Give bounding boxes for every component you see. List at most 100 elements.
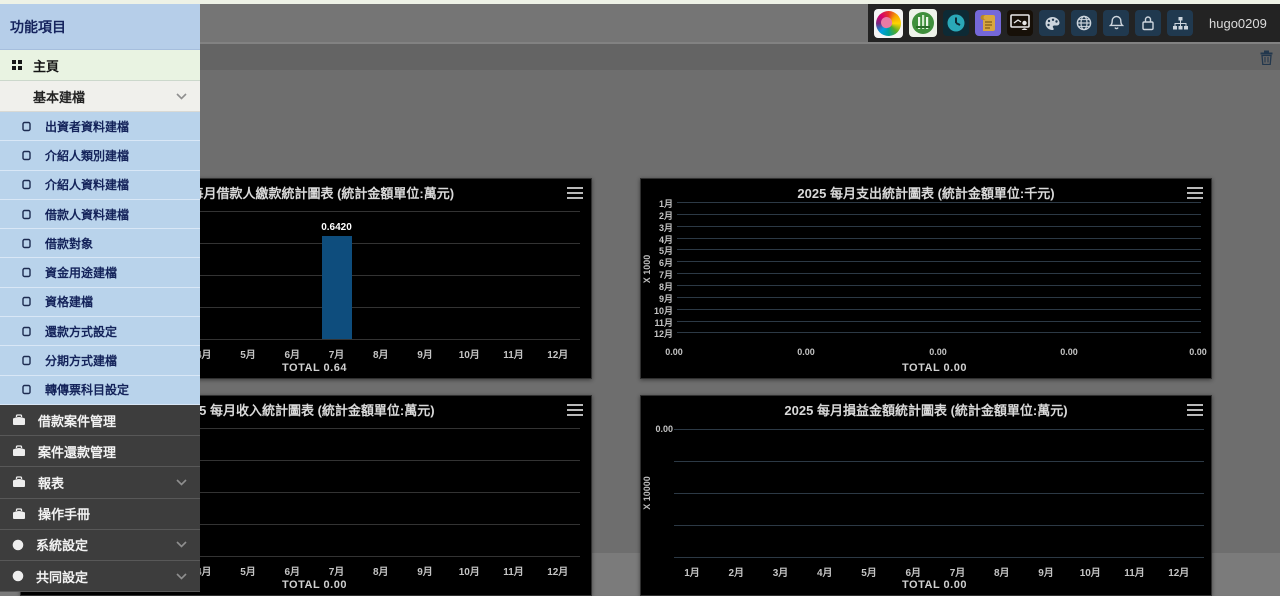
sidebar-item[interactable]: 案件還款管理 (0, 436, 200, 467)
chart-menu-icon[interactable] (1187, 403, 1203, 421)
checkbox-icon (22, 384, 31, 395)
palette-icon[interactable] (1039, 10, 1065, 36)
chevron-down-icon (176, 93, 187, 100)
x-axis-label: 12月 (1168, 564, 1189, 579)
sidebar-item-label: 介紹人資料建檔 (45, 176, 129, 193)
chevron-down-icon (176, 573, 187, 580)
sidebar-item[interactable]: 報表 (0, 467, 200, 498)
sidebar-item[interactable]: 借款對象 (0, 229, 200, 258)
sidebar-item-label: 轉傳票科目設定 (45, 381, 129, 398)
x-axis-label: 5月 (240, 346, 256, 361)
sidebar-item-label: 借款人資料建檔 (45, 206, 129, 223)
gridline (677, 226, 1201, 227)
bank-logo-icon[interactable] (909, 9, 937, 37)
x-axis-label: 11月 (1124, 564, 1145, 579)
sidebar-basic-list: 出資者資料建檔介紹人類別建檔介紹人資料建檔借款人資料建檔借款對象資金用途建檔資格… (0, 112, 200, 405)
chart-menu-icon[interactable] (567, 186, 583, 204)
x-axis-label: 6月 (284, 563, 300, 578)
sidebar-item[interactable]: 轉傳票科目設定 (0, 376, 200, 405)
sidebar-item-label: 案件還款管理 (38, 442, 116, 461)
presentation-icon[interactable] (1007, 10, 1033, 36)
sidebar-item-label: 介紹人類別建檔 (45, 147, 129, 164)
sidebar-item[interactable]: 共同設定 (0, 561, 200, 592)
gridline (674, 525, 1204, 526)
x-axis-label: 12月 (547, 563, 568, 578)
gridline (674, 557, 1204, 558)
briefcase-icon (12, 508, 26, 520)
x-axis-label: 9月 (1038, 564, 1054, 579)
gridline (677, 202, 1201, 203)
sidebar-item-label: 借款案件管理 (38, 411, 116, 430)
sidebar-item-label: 資格建檔 (45, 293, 93, 310)
gridline (674, 461, 1204, 462)
checkbox-icon (22, 296, 31, 307)
x-axis-tick: 0.00 (1060, 347, 1078, 357)
checkbox-icon (22, 326, 31, 337)
grid-icon (12, 60, 22, 70)
bell-icon[interactable] (1103, 10, 1129, 36)
checkbox-icon (22, 267, 31, 278)
chart-total-label: TOTAL 0.00 (669, 362, 1200, 374)
sidebar-item-label: 借款對象 (45, 235, 93, 252)
chart-title: 2025 每月支出統計圖表 (統計金額單位:千元) (641, 183, 1211, 202)
x-axis-label: 8月 (994, 564, 1010, 579)
sidebar-item[interactable]: 出資者資料建檔 (0, 112, 200, 141)
sidebar-item[interactable]: 借款人資料建檔 (0, 200, 200, 229)
globe-icon[interactable] (1071, 10, 1097, 36)
app-logo-icon[interactable] (874, 9, 903, 38)
x-axis-label: 1月 (684, 564, 700, 579)
sidebar-item-label: 出資者資料建檔 (45, 118, 129, 135)
chart-total-label: TOTAL 0.00 (669, 579, 1200, 591)
checkbox-icon (22, 209, 31, 220)
sidebar-item[interactable]: 還款方式設定 (0, 317, 200, 346)
gridline (677, 297, 1201, 298)
x-axis-label: 12月 (547, 346, 568, 361)
lock-icon[interactable] (1135, 10, 1161, 36)
sidebar-item[interactable]: 操作手冊 (0, 499, 200, 530)
sidebar-item[interactable]: 分期方式建檔 (0, 346, 200, 375)
sidebar-item[interactable]: 借款案件管理 (0, 405, 200, 436)
x-axis-tick: 0.00 (797, 347, 815, 357)
bar-7月 (322, 236, 352, 339)
sidebar-home-label: 主頁 (33, 56, 59, 75)
scroll-icon[interactable] (975, 10, 1001, 36)
axis-multiplier-label: X 10000 (642, 465, 652, 521)
chart-menu-icon[interactable] (567, 403, 583, 421)
sidebar-manage-list: 借款案件管理案件還款管理報表操作手冊系統設定共同設定 (0, 405, 200, 592)
x-axis-tick: 0.00 (929, 347, 947, 357)
gridline (677, 309, 1201, 310)
sidebar-item-label: 系統設定 (36, 535, 88, 554)
gridline (674, 493, 1204, 494)
clock-icon[interactable] (943, 10, 969, 36)
sidebar-group-label: 基本建檔 (33, 87, 85, 106)
gridline (677, 249, 1201, 250)
x-axis-label: 4月 (817, 564, 833, 579)
x-axis-label: 11月 (503, 346, 524, 361)
sidebar: 功能項目 主頁 基本建檔 出資者資料建檔介紹人類別建檔介紹人資料建檔借款人資料建… (0, 0, 200, 592)
gridline (677, 214, 1201, 215)
sidebar-item[interactable]: 介紹人資料建檔 (0, 171, 200, 200)
sitemap-icon[interactable] (1167, 10, 1193, 36)
sidebar-item[interactable]: 介紹人類別建檔 (0, 141, 200, 170)
briefcase-icon (12, 476, 26, 488)
sidebar-item-label: 分期方式建檔 (45, 352, 117, 369)
trash-icon[interactable] (1258, 49, 1274, 65)
sidebar-item-home[interactable]: 主頁 (0, 50, 200, 81)
x-axis-label: 5月 (240, 563, 256, 578)
x-axis-label: 11月 (503, 563, 524, 578)
sidebar-item[interactable]: 資格建檔 (0, 288, 200, 317)
briefcase-icon (12, 445, 26, 457)
gridline (677, 273, 1201, 274)
sidebar-group-basic[interactable]: 基本建檔 (0, 81, 200, 112)
x-axis-label: 3月 (773, 564, 789, 579)
sidebar-item-label: 還款方式設定 (45, 323, 117, 340)
sidebar-item[interactable]: 資金用途建檔 (0, 258, 200, 287)
checkbox-icon (22, 121, 31, 132)
sidebar-item[interactable]: 系統設定 (0, 530, 200, 561)
x-axis-label: 7月 (329, 563, 345, 578)
checkbox-icon (22, 179, 31, 190)
sidebar-item-label: 報表 (38, 473, 64, 492)
x-axis-label: 10月 (459, 563, 480, 578)
chart-panel-monthly-profit: 2025 每月損益金額統計圖表 (統計金額單位:萬元)0.001月2月3月4月5… (640, 395, 1212, 596)
axis-multiplier-label: X 1000 (642, 241, 652, 297)
